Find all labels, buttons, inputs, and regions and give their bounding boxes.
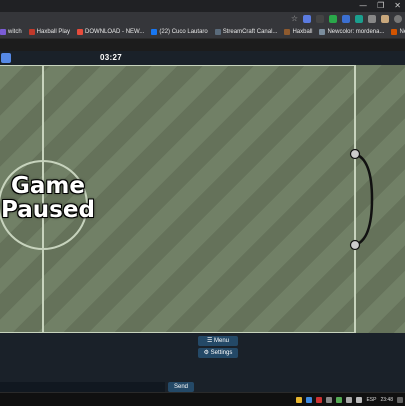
network-icon[interactable]	[346, 396, 353, 403]
bookmark-item[interactable]: Haxball	[284, 29, 312, 35]
chat-input[interactable]	[0, 382, 165, 392]
match-timer: 03:27	[100, 53, 122, 62]
bookmark-label: witch	[8, 29, 22, 35]
tray-app-icon[interactable]	[306, 396, 313, 403]
goal-post-bottom	[349, 239, 361, 251]
game-control-panel: ☰ Menu ⚙ Settings Send	[0, 333, 405, 392]
bookmark-favicon-icon	[28, 29, 35, 35]
bookmark-item[interactable]: Newcolor: mordena...	[319, 29, 384, 35]
bookmark-item[interactable]: DOWNLOAD - NEW...	[77, 29, 144, 35]
paused-text-line1: Game	[11, 173, 85, 199]
volume-icon[interactable]	[356, 396, 363, 403]
bookmark-favicon-icon	[0, 29, 6, 35]
bookmark-item[interactable]: (22) Cuco Lautaro	[151, 29, 208, 35]
paused-overlay: Game Paused	[0, 174, 104, 222]
bookmark-favicon-icon	[319, 29, 326, 35]
bookmark-favicon-icon	[214, 29, 221, 35]
tray-app-icon[interactable]	[336, 396, 343, 403]
extension-icon[interactable]	[329, 15, 337, 23]
window-controls: — ❐ ✕	[359, 0, 401, 12]
bookmark-favicon-icon	[284, 29, 291, 35]
paused-text-line2: Paused	[1, 197, 95, 223]
bookmark-favicon-icon	[391, 29, 398, 35]
minimize-button[interactable]: —	[359, 0, 367, 12]
bookmark-item[interactable]: Haxball Play	[28, 29, 71, 35]
settings-button[interactable]: ⚙ Settings	[198, 348, 238, 358]
extension-icon[interactable]	[355, 15, 363, 23]
browser-titlebar: — ❐ ✕	[0, 0, 405, 12]
extension-icon[interactable]	[342, 15, 350, 23]
os-taskbar: ESP 23:48	[0, 392, 405, 406]
extensions-area: ☆	[291, 14, 402, 24]
tray-app-icon[interactable]	[296, 396, 303, 403]
bookmark-label: StreamCraft Canal...	[222, 29, 278, 35]
bookmark-label: DOWNLOAD - NEW...	[85, 29, 145, 35]
maximize-button[interactable]: ❐	[377, 0, 384, 12]
bookmark-item[interactable]: witch	[0, 29, 22, 35]
extension-icon[interactable]	[381, 15, 389, 23]
chat-row: Send	[0, 382, 405, 392]
goal-net	[354, 152, 374, 247]
browser-toolbar: ☆	[0, 12, 405, 26]
tray-app-icon[interactable]	[316, 396, 323, 403]
bookmark-item[interactable]: Nessunem | Reanne...	[391, 29, 405, 35]
send-button[interactable]: Send	[168, 382, 194, 392]
close-window-button[interactable]: ✕	[394, 0, 401, 12]
extension-icon[interactable]	[316, 15, 324, 23]
bookmark-label: (22) Cuco Lautaro	[159, 29, 208, 35]
extension-icon[interactable]	[303, 15, 311, 23]
bookmarks-bar: witch Haxball Play DOWNLOAD - NEW... (22) C…	[0, 26, 405, 39]
bookmark-label: Haxball Play	[36, 29, 71, 35]
bookmark-item[interactable]: StreamCraft Canal...	[214, 29, 278, 35]
bookmark-star-icon[interactable]: ☆	[291, 15, 298, 23]
game-view: 03:27 Game Paused	[0, 39, 405, 333]
score-bar: 03:27	[0, 51, 405, 65]
goal-post-top	[349, 148, 361, 160]
bookmark-favicon-icon	[77, 29, 84, 35]
bookmark-label: Newcolor: mordena...	[327, 29, 385, 35]
notifications-icon[interactable]	[397, 396, 403, 403]
extension-icon[interactable]	[368, 15, 376, 23]
profile-avatar[interactable]	[394, 15, 402, 23]
tray-app-icon[interactable]	[326, 396, 333, 403]
clock-time[interactable]: 23:48	[380, 397, 393, 403]
bookmark-label: Haxball	[292, 29, 313, 35]
system-tray: ESP 23:48	[296, 394, 403, 405]
menu-button[interactable]: ☰ Menu	[198, 336, 238, 346]
language-indicator[interactable]: ESP	[366, 397, 376, 403]
bookmark-favicon-icon	[151, 29, 158, 35]
team-indicator	[1, 53, 11, 63]
bookmark-label: Nessunem | Reanne...	[399, 29, 405, 35]
